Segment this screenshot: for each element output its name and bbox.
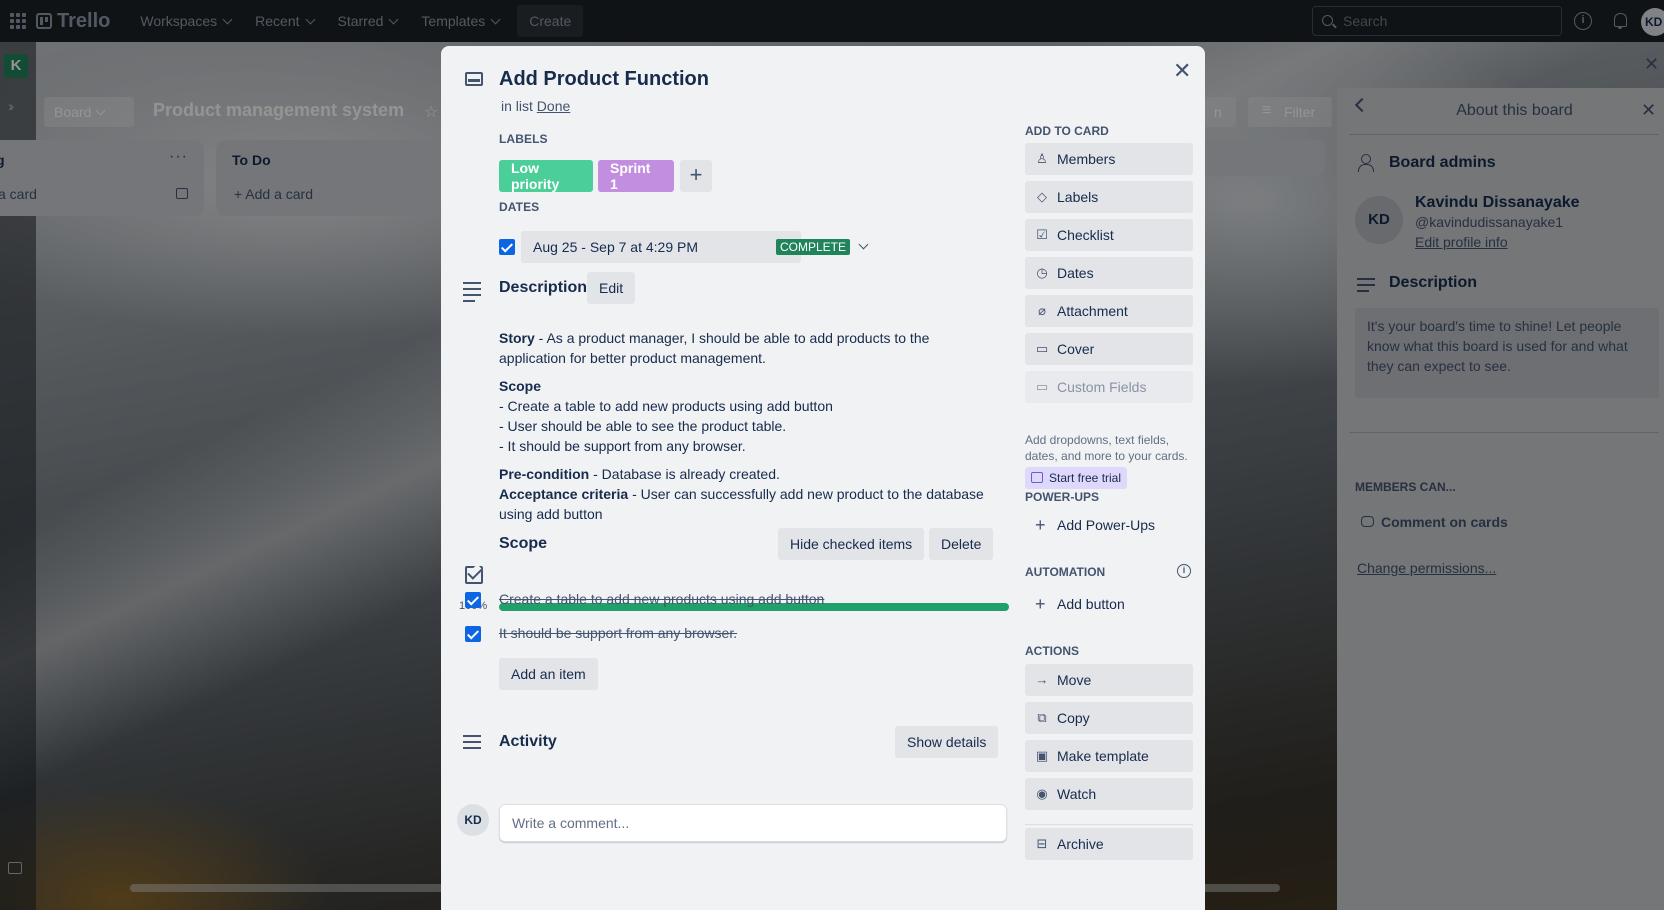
- chevron-down-icon: [858, 239, 869, 250]
- custom-fields-icon: ▭: [1035, 379, 1049, 394]
- copy-icon: ⧉: [1037, 710, 1047, 725]
- cover-button[interactable]: ▭ Cover: [1025, 333, 1193, 365]
- labels-button[interactable]: ◇ Labels: [1025, 181, 1193, 213]
- description-icon: [463, 282, 481, 306]
- members-button[interactable]: ♙ Members: [1025, 143, 1193, 175]
- clock-icon: ◷: [1036, 265, 1048, 280]
- automation-heading: AUTOMATION: [1025, 565, 1106, 579]
- status-badge: COMPLETE: [776, 239, 851, 255]
- cover-icon: ▭: [1035, 341, 1049, 356]
- attachment-button[interactable]: ⌀ Attachment: [1025, 295, 1193, 327]
- delete-checklist-button[interactable]: Delete: [929, 528, 994, 560]
- date-complete-checkbox[interactable]: [499, 239, 515, 255]
- arrow-right-icon: →: [1035, 672, 1049, 687]
- description-heading: Description: [499, 279, 588, 296]
- card-icon: [465, 72, 483, 86]
- checklist-item-checkbox[interactable]: [465, 592, 481, 608]
- archive-button[interactable]: ⊟ Archive: [1025, 828, 1193, 860]
- template-icon: ▣: [1035, 748, 1049, 763]
- hide-checked-button[interactable]: Hide checked items: [778, 528, 925, 560]
- plus-icon: +: [1035, 515, 1046, 535]
- card-title[interactable]: Add Product Function: [499, 68, 709, 91]
- checklist-item-checkbox[interactable]: [465, 626, 481, 642]
- copy-button[interactable]: ⧉ Copy: [1025, 702, 1193, 734]
- custom-fields-note: Add dropdowns, text fields, dates, and m…: [1025, 433, 1188, 463]
- dates-heading: DATES: [499, 200, 540, 214]
- close-icon[interactable]: ✕: [1173, 58, 1191, 84]
- checklist-item[interactable]: It should be support from any browser.: [499, 625, 737, 641]
- checklist-item[interactable]: Create a table to add new products using…: [499, 591, 824, 607]
- avatar[interactable]: KD: [457, 804, 489, 836]
- info-icon[interactable]: i: [1177, 564, 1191, 578]
- edit-description-button[interactable]: Edit: [587, 272, 636, 304]
- move-button[interactable]: → Move: [1025, 664, 1193, 696]
- dates-button[interactable]: ◷ Dates: [1025, 257, 1193, 289]
- add-item-button[interactable]: Add an item: [499, 658, 598, 690]
- comment-input[interactable]: Write a comment...: [499, 804, 1007, 842]
- add-powerups-button[interactable]: + Add Power-Ups: [1025, 509, 1193, 541]
- due-date-button[interactable]: Aug 25 - Sep 7 at 4:29 PM COMPLETE: [521, 231, 869, 263]
- checklist-button[interactable]: ☑ Checklist: [1025, 219, 1193, 251]
- label-chip[interactable]: Sprint 1: [598, 160, 674, 192]
- divider: [1025, 824, 1193, 825]
- add-label-button[interactable]: +: [680, 160, 712, 192]
- add-button-button[interactable]: + Add button: [1025, 588, 1193, 620]
- checklist-title[interactable]: Scope: [499, 535, 547, 553]
- checklist-icon: ☑: [1036, 227, 1048, 242]
- plus-icon: +: [1035, 594, 1046, 614]
- label-chip[interactable]: Low priority: [499, 160, 593, 192]
- start-free-trial-button[interactable]: Start free trial: [1025, 467, 1128, 489]
- paperclip-icon: ⌀: [1038, 303, 1046, 318]
- powerups-heading: POWER-UPS: [1025, 490, 1100, 504]
- labels-heading: LABELS: [499, 132, 548, 146]
- make-template-button[interactable]: ▣ Make template: [1025, 740, 1193, 772]
- activity-heading: Activity: [499, 733, 557, 750]
- add-to-card-heading: ADD TO CARD: [1025, 124, 1109, 138]
- tag-icon: ◇: [1037, 189, 1047, 204]
- gift-icon: [1031, 472, 1043, 483]
- checklist-icon: [465, 566, 483, 584]
- watch-button[interactable]: ◉ Watch: [1025, 778, 1193, 810]
- custom-fields-button[interactable]: ▭ Custom Fields: [1025, 371, 1193, 403]
- show-details-button[interactable]: Show details: [895, 726, 999, 758]
- person-icon: ♙: [1036, 151, 1048, 166]
- card-list-breadcrumb: in list Done: [501, 98, 571, 114]
- eye-icon: ◉: [1036, 786, 1048, 801]
- activity-icon: [463, 735, 481, 753]
- list-link[interactable]: Done: [537, 98, 570, 114]
- archive-icon: ⊟: [1036, 836, 1048, 851]
- card-description[interactable]: Story - As a product manager, I should b…: [499, 328, 999, 524]
- card-detail-modal: ✕ Add Product Function in list Done LABE…: [441, 46, 1205, 910]
- actions-heading: ACTIONS: [1025, 644, 1079, 658]
